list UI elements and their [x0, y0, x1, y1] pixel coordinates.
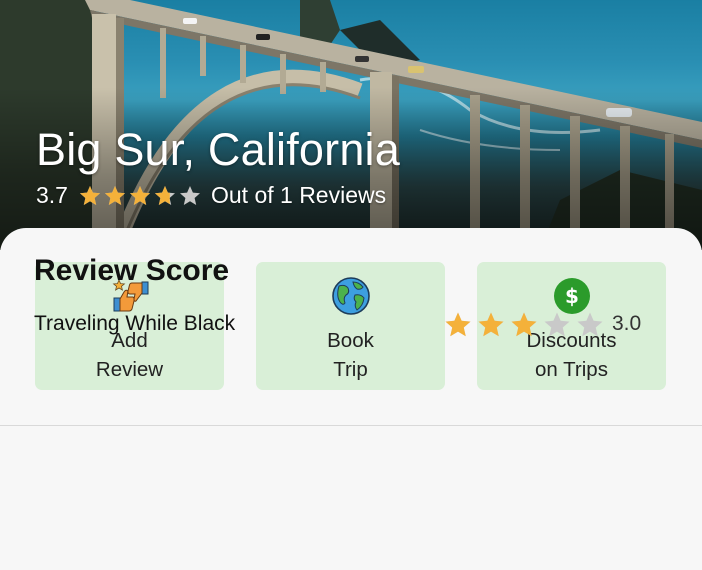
rating-star-icon — [129, 185, 150, 205]
score-row: Traveling While Black 3.0 — [34, 310, 654, 340]
score-star-icon — [478, 312, 504, 337]
destination-rating: 3.7 Out of 1 Reviews — [36, 182, 386, 209]
rating-star-icon — [154, 185, 175, 205]
hero-image: Big Sur, California 3.7 Out of 1 Reviews — [0, 0, 702, 250]
section-divider — [0, 425, 702, 426]
rating-stars — [78, 184, 203, 208]
score-value: 3.0 — [612, 312, 642, 335]
rating-star-icon — [104, 185, 125, 205]
svg-text:$: $ — [565, 284, 579, 308]
destination-title: Big Sur, California — [36, 124, 400, 175]
score-star-icon — [511, 312, 537, 337]
score-star-icon — [544, 312, 570, 337]
rating-star-icon — [79, 185, 100, 205]
rating-star-icon — [179, 185, 200, 205]
score-stars — [443, 310, 608, 340]
reviews-count: Out of 1 Reviews — [210, 182, 387, 208]
score-label: Traveling While Black — [34, 312, 236, 335]
rating-value: 3.7 — [36, 182, 68, 208]
score-star-icon — [577, 312, 603, 337]
score-star-icon — [445, 312, 471, 337]
review-score-title: Review Score — [34, 254, 230, 287]
